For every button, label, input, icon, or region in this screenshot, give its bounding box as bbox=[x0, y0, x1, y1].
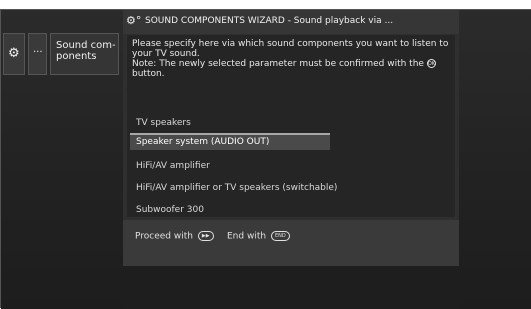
dialog-footer: Proceed with ▶▶ End with END bbox=[123, 220, 459, 266]
description-text: Please specify here via which sound comp… bbox=[132, 39, 449, 59]
end-label: End with bbox=[227, 231, 267, 242]
description-note: Note: The newly selected parameter must … bbox=[132, 59, 450, 79]
bottom-panel bbox=[123, 266, 459, 309]
sound-components-label: Sound com- ponents bbox=[56, 40, 116, 62]
dialog-header: ⚙° SOUND COMPONENTS WIZARD - Sound playb… bbox=[123, 10, 459, 34]
sound-components-wizard-dialog: ⚙° SOUND COMPONENTS WIZARD - Sound playb… bbox=[123, 10, 459, 266]
ellipsis-label: ... bbox=[33, 44, 43, 55]
option-hifi-or-tv-speakers[interactable]: HiFi/AV amplifier or TV speakers (switch… bbox=[130, 180, 390, 197]
note-text-end: button. bbox=[132, 69, 165, 79]
gear-icon: ⚙ bbox=[8, 46, 20, 61]
proceed-label: Proceed with bbox=[135, 231, 193, 242]
option-speaker-system[interactable]: Speaker system (AUDIO OUT) bbox=[130, 133, 330, 150]
menu-tile-sound-components[interactable]: Sound com- ponents bbox=[50, 33, 119, 75]
option-hifi-av-amplifier[interactable]: HiFi/AV amplifier bbox=[130, 158, 330, 175]
option-tv-speakers[interactable]: TV speakers bbox=[130, 115, 330, 132]
right-panel bbox=[459, 10, 531, 309]
menu-tile-settings[interactable]: ⚙ bbox=[3, 33, 25, 75]
menu-tile-more[interactable]: ... bbox=[28, 33, 47, 75]
dialog-title: SOUND COMPONENTS WIZARD - Sound playback… bbox=[145, 16, 394, 26]
proceed-hint[interactable]: Proceed with ▶▶ bbox=[135, 231, 214, 242]
end-key-icon: END bbox=[270, 231, 290, 241]
tv-screen: ⚙ ... Sound com- ponents ⚙° SOUND COMPON… bbox=[0, 9, 531, 309]
screen: ⚙ ... Sound com- ponents ⚙° SOUND COMPON… bbox=[0, 0, 531, 309]
ok-key-icon: OK bbox=[426, 59, 436, 68]
dialog-content: Please specify here via which sound comp… bbox=[127, 35, 455, 217]
gears-icon: ⚙° bbox=[126, 14, 142, 27]
note-text: Note: The newly selected parameter must … bbox=[132, 59, 424, 69]
end-hint[interactable]: End with END bbox=[227, 231, 290, 242]
dialog-description: Please specify here via which sound comp… bbox=[132, 39, 450, 79]
forward-key-icon: ▶▶ bbox=[197, 231, 214, 241]
option-subwoofer[interactable]: Subwoofer 300 bbox=[130, 202, 330, 219]
